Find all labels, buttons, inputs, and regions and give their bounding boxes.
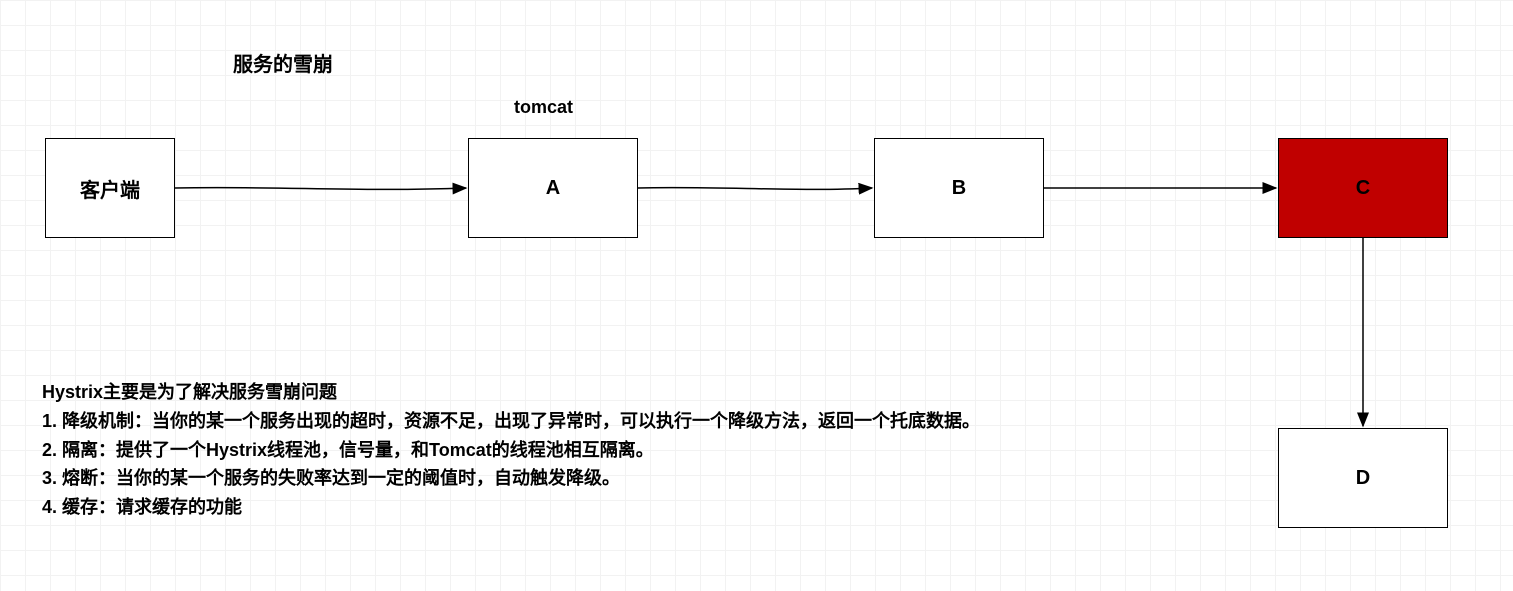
node-a: A [468, 138, 638, 238]
node-d: D [1278, 428, 1448, 528]
diagram-title: 服务的雪崩 [233, 48, 333, 77]
node-c: C [1278, 138, 1448, 238]
description-heading: Hystrix主要是为了解决服务雪崩问题 [42, 378, 980, 407]
description-item: 1. 降级机制：当你的某一个服务出现的超时，资源不足，出现了异常时，可以执行一个… [42, 407, 980, 436]
description-item: 4. 缓存：请求缓存的功能 [42, 493, 980, 522]
description-item: 3. 熔断：当你的某一个服务的失败率达到一定的阈值时，自动触发降级。 [42, 464, 980, 493]
tomcat-label: tomcat [514, 97, 573, 118]
description-block: Hystrix主要是为了解决服务雪崩问题 1. 降级机制：当你的某一个服务出现的… [42, 378, 980, 522]
node-client: 客户端 [45, 138, 175, 238]
description-item: 2. 隔离：提供了一个Hystrix线程池，信号量，和Tomcat的线程池相互隔… [42, 436, 980, 465]
node-b: B [874, 138, 1044, 238]
